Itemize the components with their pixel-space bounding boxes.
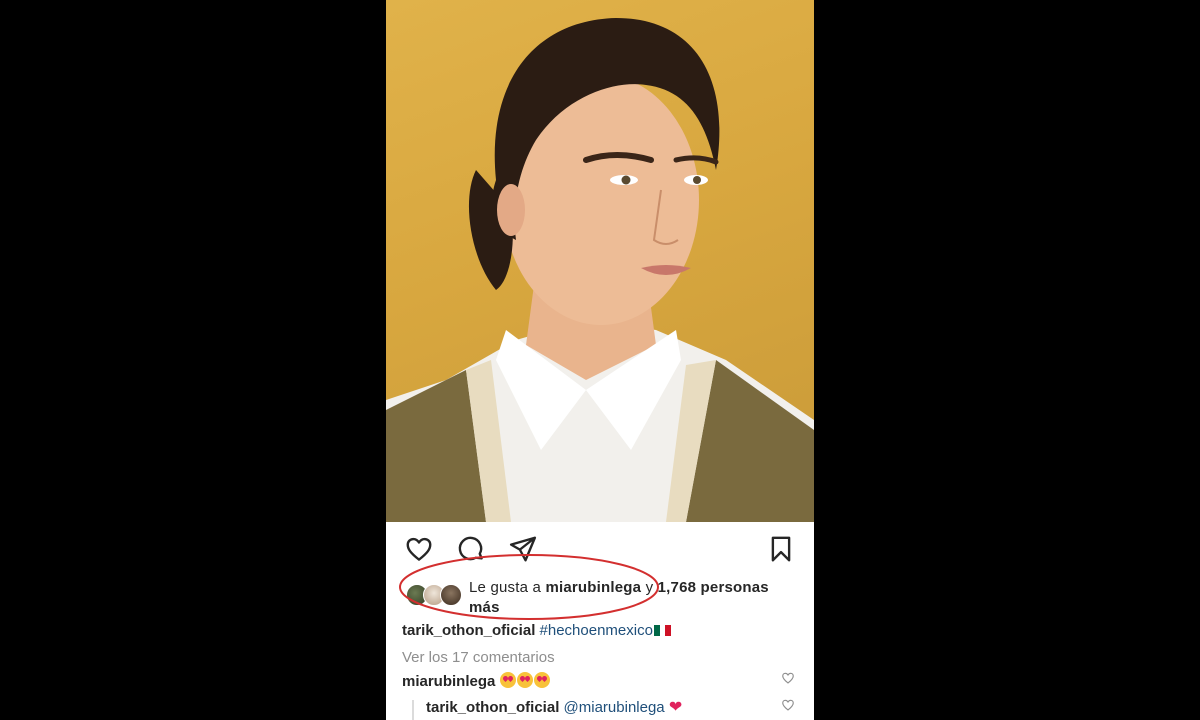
post-caption: tarik_othon_oficial #hechoenmexico: [402, 621, 671, 641]
avatar: [440, 584, 462, 606]
comment-username[interactable]: miarubinlega: [402, 673, 495, 690]
portrait-illustration: [386, 18, 814, 522]
reply-username[interactable]: tarik_othon_oficial: [426, 699, 559, 716]
bookmark-icon[interactable]: [766, 534, 796, 564]
share-icon[interactable]: [508, 534, 538, 564]
caption-hashtag[interactable]: #hechoenmexico: [540, 622, 653, 639]
reply-row: tarik_othon_oficial @miarubinlega ❤: [426, 698, 682, 718]
liker-avatars: [406, 584, 466, 608]
view-comments-link[interactable]: Ver los 17 comentarios: [402, 648, 555, 668]
likes-suffix[interactable]: más: [469, 599, 500, 616]
comment-like-heart-icon[interactable]: [781, 671, 795, 685]
instagram-post: Le gusta a miarubinlega y 1,768 personas…: [386, 0, 814, 720]
likes-count[interactable]: 1,768 personas: [658, 579, 769, 596]
likes-text: Le gusta a miarubinlega y 1,768 personas…: [469, 578, 804, 618]
reply-like-heart-icon[interactable]: [781, 698, 795, 712]
heart-eyes-emoji: [533, 672, 550, 688]
action-bar: [386, 522, 814, 576]
post-photo[interactable]: [386, 0, 814, 522]
liker-username[interactable]: miarubinlega: [545, 579, 641, 596]
flag-mexico-icon: [653, 625, 671, 636]
comment-icon[interactable]: [456, 534, 486, 564]
comment-row: miarubinlega: [402, 672, 551, 692]
likes-summary[interactable]: Le gusta a miarubinlega y 1,768 personas…: [402, 578, 807, 620]
red-heart-emoji: ❤: [668, 699, 683, 716]
caption-username[interactable]: tarik_othon_oficial: [402, 622, 535, 639]
heart-eyes-emoji: [516, 672, 533, 688]
reply-thread-line: [412, 700, 414, 720]
likes-middle: y: [641, 579, 658, 596]
heart-eyes-emoji: [499, 672, 516, 688]
reply-mention[interactable]: @miarubinlega: [564, 699, 665, 716]
heart-icon[interactable]: [404, 534, 434, 564]
likes-prefix: Le gusta a: [469, 579, 546, 596]
